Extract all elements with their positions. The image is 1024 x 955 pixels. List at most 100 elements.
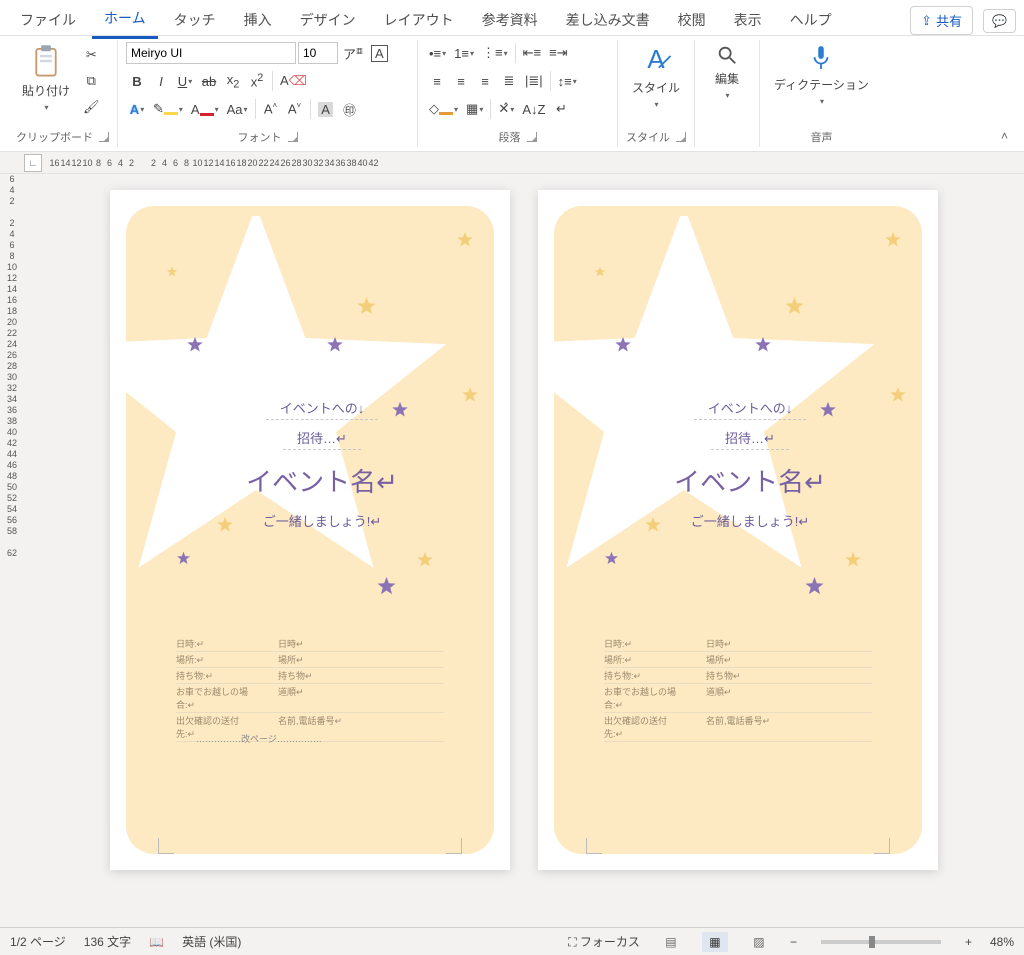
collapse-ribbon-button[interactable]: ˄ [993,125,1016,147]
flyer-subtitle[interactable]: 招待…↵ [283,426,361,450]
tab-selector[interactable]: ∟ [24,154,42,172]
document-page-2[interactable]: イベントへの↓ 招待…↵ イベント名↵ ご一緒しましょう!↵ 日時:↵日時↵場所:↵場所… [538,190,938,870]
flyer-subtitle[interactable]: 招待…↵ [711,426,789,450]
highlight-color-button[interactable]: ✎▾ [150,98,186,120]
share-button[interactable]: ⇪ 共有 [910,6,973,35]
char-shading-button[interactable]: A [315,98,337,120]
tab-home[interactable]: ホーム [92,2,158,39]
line-spacing-button[interactable]: ↕≡▾ [555,70,580,92]
detail-row[interactable]: 持ち物:↵持ち物↵ [176,668,444,684]
superscript-button[interactable]: x2 [246,70,268,92]
decrease-indent-button[interactable]: ⇤≡ [520,42,544,64]
paragraph-dialog-launcher[interactable] [527,132,537,142]
grow-font-button[interactable]: A˄ [260,98,282,120]
view-print-button[interactable]: ▦ [702,932,728,952]
justify-button[interactable]: ≣ [498,70,520,92]
detail-row[interactable]: 日時:↵日時↵ [176,636,444,652]
change-case-button[interactable]: Aa▾ [224,98,251,120]
flyer-text-block[interactable]: イベントへの↓ 招待…↵ イベント名↵ ご一緒しましょう!↵ [206,396,438,530]
flyer-title[interactable]: イベント名↵ [246,456,398,505]
enclose-chars-button[interactable]: ㊞ [339,98,361,120]
tab-file[interactable]: ファイル [8,4,88,38]
status-wordcount[interactable]: 136 文字 [84,933,131,950]
flyer-title[interactable]: イベント名↵ [674,456,826,505]
horizontal-ruler[interactable]: ∟ 16141210864224681012141618202224262830… [0,152,1024,174]
italic-button[interactable]: I [150,70,172,92]
view-read-button[interactable]: ▤ [658,932,684,952]
dictate-button[interactable]: ディクテーション ▾ [768,40,875,110]
detail-row[interactable]: お車でお越しの場合:↵道順↵ [176,684,444,713]
font-color-button[interactable]: A▾ [188,98,222,120]
comments-button[interactable]: 💬 [983,9,1016,33]
font-name-combo[interactable] [126,42,296,64]
underline-button[interactable]: U▾ [174,70,196,92]
detail-row[interactable]: 出欠確認の送付先:↵名前,電話番号↵ [604,713,872,742]
styles-button[interactable]: A̷ スタイル ▾ [626,40,686,113]
zoom-value[interactable]: 48% [990,935,1014,949]
zoom-slider[interactable] [821,940,941,944]
tab-insert[interactable]: 挿入 [232,4,284,38]
multilevel-button[interactable]: ⋮≡▾ [479,42,511,64]
focus-mode-button[interactable]: ⛶ フォーカス [568,933,640,950]
bullets-button[interactable]: •≡▾ [426,42,449,64]
tab-review[interactable]: 校閲 [666,4,718,38]
shrink-font-button[interactable]: A˅ [284,98,306,120]
ruler-tick: 16 [7,295,17,306]
flyer-details[interactable]: 日時:↵日時↵場所:↵場所↵持ち物:↵持ち物↵お車でお越しの場合:↵道順↵出欠確… [176,636,444,742]
flyer-subtitle[interactable]: イベントへの↓ [694,396,807,420]
align-center-button[interactable]: ≡ [450,70,472,92]
zoom-in-button[interactable]: + [965,935,972,949]
distributed-button[interactable]: |≣| [522,70,546,92]
vertical-ruler[interactable]: 6422468101214161820222426283032343638404… [0,174,24,927]
detail-row[interactable]: 場所:↵場所↵ [604,652,872,668]
format-painter-button[interactable]: 🖌 [80,96,103,118]
align-left-button[interactable]: ≡ [426,70,448,92]
tab-help[interactable]: ヘルプ [778,4,844,38]
sort-button[interactable]: A↓Z [519,98,548,120]
tab-view[interactable]: 表示 [722,4,774,38]
tab-design[interactable]: デザイン [288,4,368,38]
tab-touch[interactable]: タッチ [162,4,228,38]
asian-layout-button[interactable]: ✕̂▾ [495,98,517,120]
increase-indent-button[interactable]: ≡⇥ [546,42,570,64]
strikethrough-button[interactable]: ab [198,70,220,92]
detail-row[interactable]: 日時:↵日時↵ [604,636,872,652]
tab-layout[interactable]: レイアウト [372,4,466,38]
borders-button[interactable]: ▦▾ [463,98,486,120]
paste-button[interactable]: 貼り付け ▾ [16,40,76,116]
editing-button[interactable]: 編集 ▾ [703,40,751,104]
flyer-text-block[interactable]: イベントへの↓ 招待…↵ イベント名↵ ご一緒しましょう!↵ [634,396,866,530]
detail-row[interactable]: 持ち物:↵持ち物↵ [604,668,872,684]
status-page[interactable]: 1/2 ページ [10,933,66,950]
styles-dialog-launcher[interactable] [676,132,686,142]
phonetic-guide-button[interactable]: ア亜 [340,42,366,64]
spellcheck-icon[interactable]: 📖 [149,935,164,949]
text-effects-button[interactable]: A▾ [126,98,148,120]
flyer-tagline[interactable]: ご一緒しましょう!↵ [691,511,810,530]
tab-references[interactable]: 参考資料 [470,4,550,38]
flyer-tagline[interactable]: ご一緒しましょう!↵ [263,511,382,530]
bold-button[interactable]: B [126,70,148,92]
detail-row[interactable]: お車でお越しの場合:↵道順↵ [604,684,872,713]
view-web-button[interactable]: ▨ [746,932,772,952]
document-page-1[interactable]: イベントへの↓ 招待…↵ イベント名↵ ご一緒しましょう!↵ 日時:↵日時↵場所:↵場所… [110,190,510,870]
font-dialog-launcher[interactable] [288,132,298,142]
cut-button[interactable]: ✂ [80,44,103,66]
flyer-subtitle[interactable]: イベントへの↓ [266,396,379,420]
clipboard-dialog-launcher[interactable] [99,132,109,142]
zoom-out-button[interactable]: − [790,935,797,949]
align-right-button[interactable]: ≡ [474,70,496,92]
detail-row[interactable]: 場所:↵場所↵ [176,652,444,668]
shading-button[interactable]: ◇▾ [426,98,461,120]
subscript-button[interactable]: x2 [222,70,244,92]
font-size-combo[interactable] [298,42,338,64]
numbering-button[interactable]: 1≡▾ [451,42,477,64]
status-language[interactable]: 英語 (米国) [182,933,241,950]
character-border-button[interactable]: A [368,42,391,64]
document-canvas[interactable]: イベントへの↓招待…↵イベント名↵ご一緒しましょう!↵日時:↵日時↵場所:↵場所… [24,174,1024,927]
clear-formatting-button[interactable]: A⌫ [277,70,310,92]
show-marks-button[interactable]: ↵ [550,98,572,120]
flyer-details[interactable]: 日時:↵日時↵場所:↵場所↵持ち物:↵持ち物↵お車でお越しの場合:↵道順↵出欠確… [604,636,872,742]
tab-mailings[interactable]: 差し込み文書 [554,4,662,38]
copy-button[interactable]: ⧉ [80,70,103,92]
